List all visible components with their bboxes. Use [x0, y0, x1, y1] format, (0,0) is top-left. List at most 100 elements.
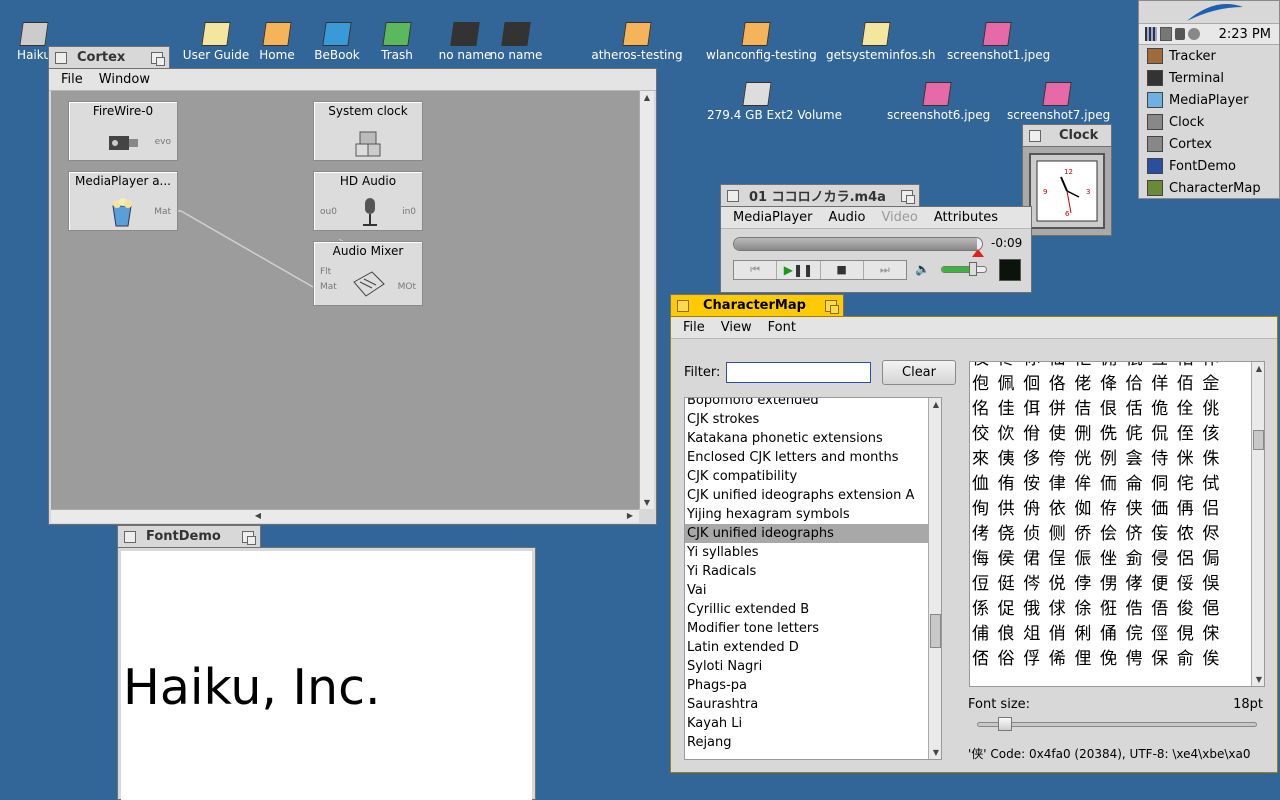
block-list-item[interactable]: Yi Radicals — [685, 562, 941, 581]
menu-font[interactable]: Font — [760, 320, 804, 335]
block-list-item[interactable]: Enclosed CJK letters and months — [685, 448, 941, 467]
block-list-item[interactable]: CJK unified ideographs extension A — [685, 486, 941, 505]
node-system-clock[interactable]: System clock — [313, 101, 423, 161]
close-icon[interactable] — [1029, 129, 1041, 142]
close-icon[interactable] — [677, 299, 689, 312]
scroll-thumb[interactable] — [1253, 430, 1264, 450]
vertical-scrollbar[interactable]: ▲ ▼ — [639, 91, 654, 509]
menu-file[interactable]: File — [53, 72, 91, 87]
cortex-canvas[interactable]: FireWire-0 evo System clock MediaPlayer … — [51, 91, 639, 509]
media-icon[interactable] — [1188, 28, 1200, 40]
speaker-icon[interactable]: 🔈 — [915, 262, 930, 276]
menu-file[interactable]: File — [675, 320, 713, 335]
deskbar-item-tracker[interactable]: Tracker — [1139, 45, 1279, 67]
zoom-icon[interactable] — [825, 299, 839, 314]
block-list-item[interactable]: Vai — [685, 581, 941, 600]
fontdemo-tab[interactable]: FontDemo — [117, 525, 261, 547]
block-list-item[interactable]: Kayah Li — [685, 714, 941, 733]
menu-mediaplayer[interactable]: MediaPlayer — [725, 210, 821, 225]
scroll-up-icon[interactable]: ▲ — [640, 93, 654, 102]
block-list-item[interactable]: Saurashtra — [685, 695, 941, 714]
block-list-item[interactable]: Modifier tone letters — [685, 619, 941, 638]
node-audio-mixer[interactable]: Audio Mixer Flt Mat MOt — [313, 241, 423, 306]
deskbar-item-terminal[interactable]: Terminal — [1139, 67, 1279, 89]
scroll-up-icon[interactable]: ▲ — [1252, 364, 1264, 373]
horizontal-scrollbar[interactable]: ◀ ▶ — [51, 509, 639, 523]
network-icon[interactable] — [1160, 27, 1172, 41]
block-list-item[interactable]: Phags-pa — [685, 676, 941, 695]
scroll-down-icon[interactable]: ▼ — [640, 498, 654, 507]
block-list-item[interactable]: Katakana phonetic extensions — [685, 429, 941, 448]
scroll-up-icon[interactable]: ▲ — [929, 400, 941, 409]
scroll-down-icon[interactable]: ▼ — [929, 748, 941, 757]
analog-clock-icon[interactable]: 12 3 6 9 — [1031, 155, 1103, 227]
seek-thumb[interactable] — [972, 249, 984, 257]
cpu-meter-icon[interactable] — [1145, 27, 1157, 41]
block-list-item[interactable]: CJK compatibility — [685, 467, 941, 486]
block-list-item[interactable]: Yi syllables — [685, 543, 941, 562]
font-size-slider[interactable] — [977, 722, 1257, 727]
desktop-icon[interactable]: getsysteminfos.sh — [826, 22, 936, 62]
charmap-tab[interactable]: CharacterMap — [670, 294, 844, 316]
clear-button[interactable]: Clear — [882, 360, 956, 385]
scroll-right-icon[interactable]: ▶ — [623, 511, 637, 520]
menu-view[interactable]: View — [713, 320, 760, 335]
filter-input[interactable] — [726, 362, 871, 383]
block-list-item[interactable]: CJK unified ideographs — [685, 524, 941, 543]
block-list-item[interactable]: CJK strokes — [685, 410, 941, 429]
output-port[interactable]: in0 — [402, 207, 416, 217]
play-pause-icon[interactable]: ▶❚❚ — [776, 261, 819, 279]
deskbar-item-charactermap[interactable]: CharacterMap — [1139, 177, 1279, 199]
desktop-icon[interactable]: atheros-testing — [587, 22, 687, 62]
seek-bar[interactable] — [733, 237, 983, 251]
font-size-thumb[interactable] — [998, 717, 1012, 731]
menu-attributes[interactable]: Attributes — [926, 210, 1006, 225]
block-list-item[interactable]: Yijing hexagram symbols — [685, 505, 941, 524]
desktop-icon[interactable]: screenshot7.jpeg — [1007, 82, 1110, 122]
mediaplayer-tab[interactable]: 01 ココロノカラ.m4a — [720, 184, 920, 206]
volume-icon[interactable] — [1175, 28, 1185, 40]
node-firewire[interactable]: FireWire-0 evo — [68, 101, 178, 161]
node-mediaplayer[interactable]: MediaPlayer a... Mat — [68, 171, 178, 231]
menu-window[interactable]: Window — [91, 72, 158, 87]
block-list[interactable]: Bopomofo extended CJK strokes Katakana pho… — [684, 397, 942, 760]
output-port[interactable]: Mat — [154, 207, 171, 217]
desktop-icon[interactable]: 279.4 GB Ext2 Volume — [707, 82, 842, 122]
block-list-item[interactable]: Cyrillic extended B — [685, 600, 941, 619]
volume-slider[interactable] — [941, 266, 987, 273]
close-icon[interactable] — [124, 530, 136, 543]
character-grid[interactable]: 佼佟你佡佢佣佤佥佦佧佨佩佪佫佬佭佮佯佰佱佲佳佴併佶佷佸佹佺佻佼佽佾使侀侁侂侃侄侅… — [969, 361, 1265, 687]
deskbar-clock[interactable]: 2:23 PM — [1219, 27, 1271, 42]
output-port[interactable]: evo — [155, 137, 171, 147]
deskbar-item-mediaplayer[interactable]: MediaPlayer — [1139, 89, 1279, 111]
input-port[interactable]: ou0 — [320, 207, 337, 217]
input-port[interactable]: Flt — [320, 267, 331, 277]
node-hd-audio[interactable]: HD Audio ou0 in0 — [313, 171, 423, 231]
zoom-icon[interactable] — [242, 530, 256, 545]
skip-back-icon[interactable]: ⏮ — [734, 261, 776, 279]
cortex-tab[interactable]: Cortex — [48, 46, 170, 68]
deskbar-item-cortex[interactable]: Cortex — [1139, 133, 1279, 155]
block-list-item[interactable]: Rejang — [685, 733, 941, 752]
desktop-icon[interactable]: screenshot6.jpeg — [887, 82, 990, 122]
clock-tab[interactable]: Clock — [1022, 124, 1112, 146]
skip-forward-icon[interactable]: ⏭ — [862, 261, 906, 279]
input-port[interactable]: Mat — [320, 282, 337, 292]
zoom-icon[interactable] — [901, 189, 915, 204]
scroll-down-icon[interactable]: ▼ — [1252, 675, 1264, 684]
desktop-icon[interactable]: no name — [466, 22, 566, 62]
block-list-item[interactable]: Bopomofo extended — [685, 398, 941, 410]
deskbar-item-clock[interactable]: Clock — [1139, 111, 1279, 133]
deskbar-item-fontdemo[interactable]: FontDemo — [1139, 155, 1279, 177]
scroll-left-icon[interactable]: ◀ — [251, 511, 265, 520]
block-list-item[interactable]: Latin extended D — [685, 638, 941, 657]
grid-scrollbar[interactable]: ▲ ▼ — [1251, 362, 1264, 686]
block-list-scrollbar[interactable]: ▲ ▼ — [928, 398, 941, 759]
deskbar-logo[interactable] — [1139, 1, 1279, 23]
menu-video[interactable]: Video — [873, 210, 925, 225]
zoom-icon[interactable] — [151, 51, 165, 66]
desktop-icon[interactable]: wlanconfig-testing — [706, 22, 817, 62]
scroll-thumb[interactable] — [930, 614, 941, 648]
menu-audio[interactable]: Audio — [821, 210, 874, 225]
stop-icon[interactable]: ■ — [819, 261, 863, 279]
